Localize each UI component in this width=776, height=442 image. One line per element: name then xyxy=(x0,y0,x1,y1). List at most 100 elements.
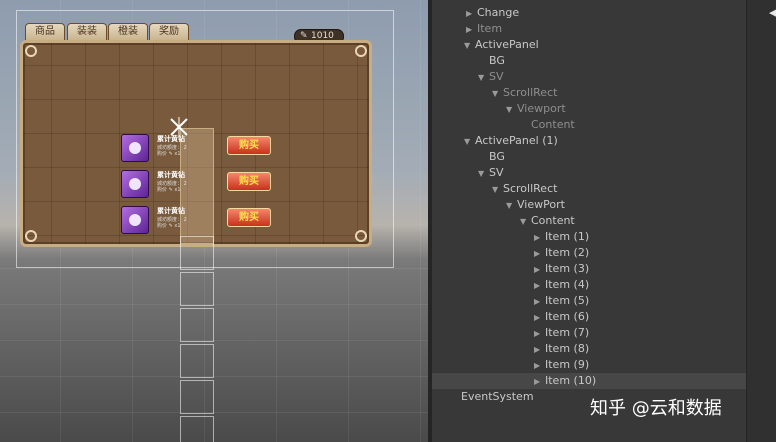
hierarchy-item-label: Item (3) xyxy=(545,262,590,275)
hierarchy-item[interactable]: ▼ Content xyxy=(432,213,746,229)
arrow-left-icon[interactable]: ◀ xyxy=(769,6,776,19)
hierarchy-item[interactable]: ▶ Item (3) xyxy=(432,261,746,277)
corner-ornament xyxy=(25,45,37,57)
hierarchy-item[interactable]: ▼ ActivePanel xyxy=(432,37,746,53)
triangle-right-icon[interactable]: ▶ xyxy=(534,310,545,326)
scene-view[interactable]: 商品 装装 橙装 奖励 ✎ 1010 累计黄钻 城坊额度： 2 购价 ✎ x1 … xyxy=(0,0,428,442)
hierarchy-item-label: SV xyxy=(489,70,504,83)
hierarchy-item[interactable]: Content xyxy=(432,117,746,133)
hierarchy-item-label: ActivePanel xyxy=(475,38,539,51)
gem-icon xyxy=(121,134,149,162)
buy-button[interactable]: 购买 xyxy=(227,172,271,191)
hierarchy-item-label: Content xyxy=(531,214,575,227)
grid-line xyxy=(0,304,428,305)
triangle-right-icon[interactable]: ▶ xyxy=(534,374,545,390)
grid-line xyxy=(0,412,428,413)
hierarchy-item-label: ScrollRect xyxy=(503,86,558,99)
content-slot-outline xyxy=(180,236,214,270)
hierarchy-item[interactable]: BG xyxy=(432,53,746,69)
triangle-down-icon[interactable]: ▼ xyxy=(492,182,503,198)
content-slot-outline xyxy=(180,308,214,342)
hierarchy-item-label: EventSystem xyxy=(461,390,534,403)
content-slot-outline xyxy=(180,380,214,414)
triangle-down-icon[interactable]: ▼ xyxy=(506,102,517,118)
hierarchy-item-label: Item xyxy=(477,22,503,35)
price-label: 购价 xyxy=(157,151,168,157)
item-price: 购价 ✎ x1 xyxy=(157,223,181,229)
hierarchy-item-label: Item (8) xyxy=(545,342,590,355)
hierarchy-item[interactable]: ▶ Change xyxy=(432,5,746,21)
hierarchy-item[interactable]: ▶ Item (1) xyxy=(432,229,746,245)
price-value: x1 xyxy=(174,151,181,157)
price-value: x1 xyxy=(174,223,181,229)
hierarchy-item[interactable]: ▶ Item (9) xyxy=(432,357,746,373)
item-title: 累计黄钻 xyxy=(157,207,185,215)
hierarchy-item[interactable]: ▶ Item (10) xyxy=(432,373,746,389)
grid-line xyxy=(51,43,52,244)
triangle-right-icon[interactable]: ▶ xyxy=(534,230,545,246)
content-slot-outline xyxy=(180,272,214,306)
triangle-right-icon[interactable]: ▶ xyxy=(534,246,545,262)
hierarchy-item[interactable]: ▶ Item (8) xyxy=(432,341,746,357)
price-value: x1 xyxy=(174,187,181,193)
hierarchy-item-label: Item (4) xyxy=(545,278,590,291)
hierarchy-item-label: Item (2) xyxy=(545,246,590,259)
triangle-down-icon[interactable]: ▼ xyxy=(464,134,475,150)
triangle-right-icon[interactable]: ▶ xyxy=(534,278,545,294)
hierarchy-item[interactable]: ▼ SV xyxy=(432,165,746,181)
shop-item: 累计黄钻 城坊额度： 2 购价 ✎ x1 购买 xyxy=(121,206,273,236)
hierarchy-item[interactable]: ▼ SV xyxy=(432,69,746,85)
shop-item: 累计黄钻 城坊额度： 2 购价 ✎ x1 购买 xyxy=(121,170,273,200)
hierarchy-item[interactable]: ▶ Item xyxy=(432,21,746,37)
triangle-down-icon[interactable]: ▼ xyxy=(506,198,517,214)
triangle-down-icon[interactable]: ▼ xyxy=(464,38,475,54)
grid-line xyxy=(323,43,324,244)
hierarchy-item-label: ActivePanel (1) xyxy=(475,134,558,147)
triangle-right-icon[interactable]: ▶ xyxy=(534,358,545,374)
tab-goods[interactable]: 商品 xyxy=(25,23,65,40)
grid-line xyxy=(85,43,86,244)
triangle-down-icon[interactable]: ▼ xyxy=(492,86,503,102)
price-label: 购价 xyxy=(157,187,168,193)
tab-rewards[interactable]: 奖励 xyxy=(149,23,189,40)
hierarchy-item[interactable]: ▶ Item (5) xyxy=(432,293,746,309)
triangle-down-icon[interactable]: ▼ xyxy=(478,166,489,182)
hierarchy-item[interactable]: ▼ ScrollRect xyxy=(432,181,746,197)
grid-line xyxy=(119,43,120,244)
content-slot-outline xyxy=(180,344,214,378)
tab-outfit[interactable]: 装装 xyxy=(67,23,107,40)
triangle-right-icon[interactable]: ▶ xyxy=(466,22,477,38)
corner-ornament xyxy=(355,230,367,242)
corner-ornament xyxy=(25,230,37,242)
tab-orange-gear[interactable]: 橙装 xyxy=(108,23,148,40)
hierarchy-item[interactable]: ▶ Item (2) xyxy=(432,245,746,261)
hierarchy-item-label: Item (9) xyxy=(545,358,590,371)
hierarchy-item[interactable]: ▼ ViewPort xyxy=(432,197,746,213)
hierarchy-item[interactable]: ▼ ActivePanel (1) xyxy=(432,133,746,149)
content-slot-outline xyxy=(180,416,214,442)
hierarchy-item-label: Item (5) xyxy=(545,294,590,307)
buy-button[interactable]: 购买 xyxy=(227,208,271,227)
hierarchy-item-label: SV xyxy=(489,166,504,179)
hierarchy-item[interactable]: ▶ Item (7) xyxy=(432,325,746,341)
triangle-down-icon[interactable]: ▼ xyxy=(520,214,531,230)
hierarchy-scrollbar[interactable]: ◀ xyxy=(746,0,776,442)
hierarchy-item[interactable]: BG xyxy=(432,149,746,165)
hierarchy-item[interactable]: ▼ Viewport xyxy=(432,101,746,117)
triangle-right-icon[interactable]: ▶ xyxy=(534,326,545,342)
hierarchy-item[interactable]: ▼ ScrollRect xyxy=(432,85,746,101)
hierarchy-item[interactable]: ▶ Item (6) xyxy=(432,309,746,325)
item-price: 购价 ✎ x1 xyxy=(157,151,181,157)
hierarchy-item-label: Item (1) xyxy=(545,230,590,243)
hierarchy-item-label: ScrollRect xyxy=(503,182,558,195)
triangle-right-icon[interactable]: ▶ xyxy=(534,342,545,358)
triangle-down-icon[interactable]: ▼ xyxy=(478,70,489,86)
hierarchy-item[interactable]: ▶ Item (4) xyxy=(432,277,746,293)
triangle-right-icon[interactable]: ▶ xyxy=(466,6,477,22)
hierarchy-item-label: Viewport xyxy=(517,102,566,115)
buy-button[interactable]: 购买 xyxy=(227,136,271,155)
hierarchy-item-label: Item (7) xyxy=(545,326,590,339)
move-gizmo-icon[interactable] xyxy=(168,116,190,138)
triangle-right-icon[interactable]: ▶ xyxy=(534,294,545,310)
triangle-right-icon[interactable]: ▶ xyxy=(534,262,545,278)
